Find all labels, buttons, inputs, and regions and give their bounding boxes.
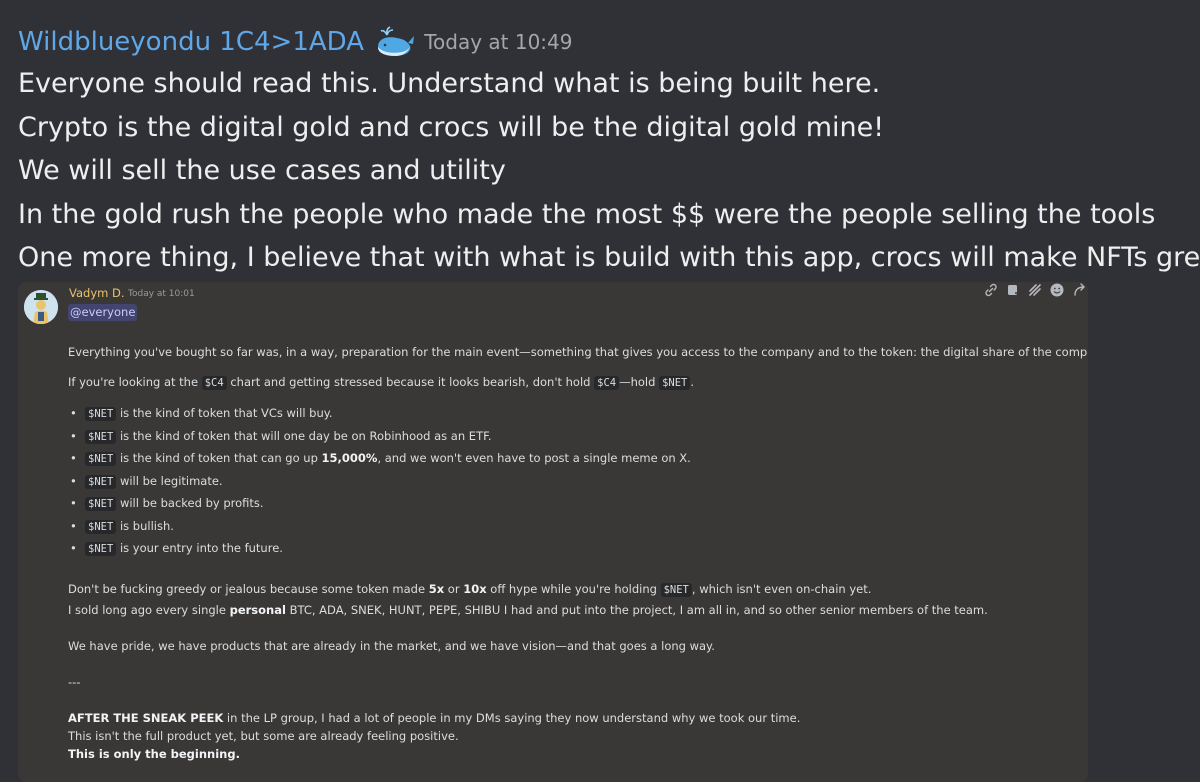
separator: --- <box>68 674 81 689</box>
message-line: Crypto is the digital gold and crocs wil… <box>18 111 885 143</box>
message-line: In the gold rush the people who made the… <box>18 198 1156 230</box>
message-header: Wildblueyondu 1C4>1ADA Today at 10:49 <box>18 22 573 62</box>
list-item: $NET is the kind of token that will one … <box>68 426 1078 449</box>
list-item: $NET will be backed by profits. <box>68 493 1078 516</box>
quoted-message-embed: Vadym D. Today at 10:01 @everyone Everyt… <box>18 282 1088 782</box>
avatar[interactable] <box>24 290 58 324</box>
link-icon[interactable] <box>983 282 999 298</box>
paragraph: This isn't the full product yet, but som… <box>68 728 459 743</box>
list-item: $NET is the kind of token that can go up… <box>68 448 1078 471</box>
message-line: One more thing, I believe that with what… <box>18 242 1200 273</box>
list-item: $NET is the kind of token that VCs will … <box>68 403 1078 426</box>
paragraph: If you're looking at the $C4 chart and g… <box>68 375 695 390</box>
forward-icon[interactable] <box>1005 282 1021 298</box>
message-toolbar <box>983 282 1087 302</box>
everyone-mention[interactable]: @everyone <box>68 304 138 321</box>
whale-icon <box>375 25 415 59</box>
paragraph: We have pride, we have products that are… <box>68 638 715 653</box>
bullet-list: $NET is the kind of token that VCs will … <box>68 403 1078 561</box>
reply-icon[interactable] <box>1071 282 1087 298</box>
paragraph: AFTER THE SNEAK PEEK in the LP group, I … <box>68 710 801 725</box>
list-item: $NET is bullish. <box>68 516 1078 539</box>
message-line: Everyone should read this. Understand wh… <box>18 68 881 99</box>
embed-body: Everything you've bought so far was, in … <box>68 344 1088 762</box>
emoji-icon[interactable] <box>1049 282 1065 298</box>
paragraph: Everything you've bought so far was, in … <box>68 345 1088 359</box>
message-author[interactable]: Wildblueyondu 1C4>1ADA <box>18 22 364 62</box>
embed-author[interactable]: Vadym D. <box>69 286 125 300</box>
paragraph: This is only the beginning. <box>68 746 240 761</box>
message-timestamp: Today at 10:49 <box>424 30 573 54</box>
list-item: $NET will be legitimate. <box>68 471 1078 494</box>
signal-icon[interactable] <box>1027 282 1043 298</box>
message-content: Everyone should read this. Understand wh… <box>18 62 1200 280</box>
ticker-code: $C4 <box>594 376 620 390</box>
ticker-code: $NET <box>660 582 692 597</box>
paragraph: Don't be fucking greedy or jealous becau… <box>68 581 872 597</box>
ticker-code: $NET <box>659 376 691 390</box>
ticker-code: $C4 <box>201 376 227 390</box>
message-line: We will sell the use cases and utility <box>18 155 506 186</box>
list-item: $NET is your entry into the future. <box>68 538 1078 561</box>
embed-timestamp: Today at 10:01 <box>128 289 195 299</box>
paragraph: I sold long ago every single personal BT… <box>68 602 988 617</box>
